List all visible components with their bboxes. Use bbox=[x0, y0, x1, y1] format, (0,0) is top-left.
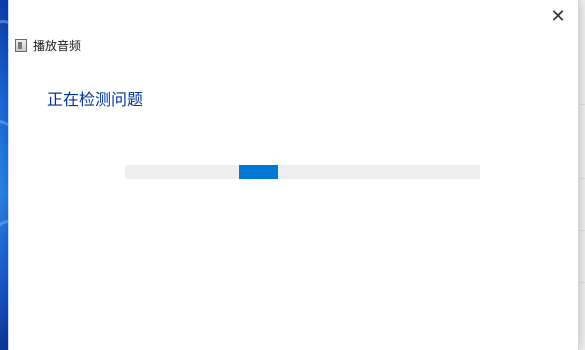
dialog-titlebar: 播放音频 bbox=[15, 37, 81, 54]
close-icon: ✕ bbox=[550, 5, 566, 27]
close-button[interactable]: ✕ bbox=[544, 3, 572, 29]
page-heading: 正在检测问题 bbox=[47, 90, 144, 109]
progress-bar bbox=[125, 165, 480, 179]
troubleshooter-dialog: ✕ 播放音频 正在检测问题 bbox=[8, 0, 579, 350]
desktop: 件 话 己 ロ 入 ✕ 播放音频 正在检测问题 bbox=[0, 0, 585, 350]
dialog-title: 播放音频 bbox=[33, 39, 82, 53]
progress-indicator bbox=[239, 165, 278, 179]
speaker-icon bbox=[15, 39, 27, 52]
